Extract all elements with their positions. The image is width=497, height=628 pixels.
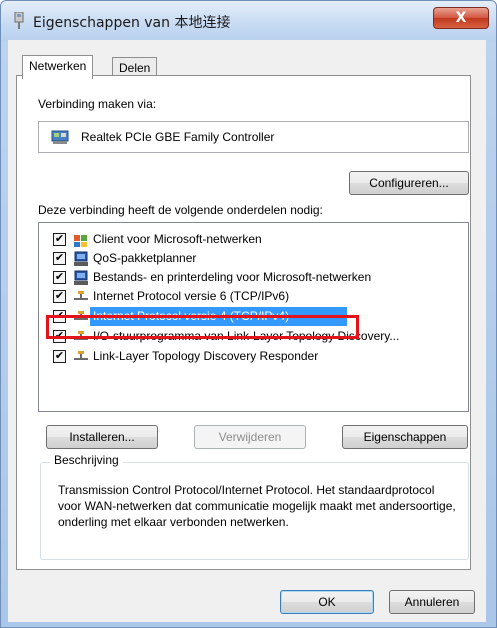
list-item[interactable]: ✔ Client voor Microsoft-netwerken — [39, 230, 468, 250]
description-title: Beschrijving — [50, 453, 123, 467]
checkbox[interactable]: ✔ — [53, 252, 66, 265]
list-item-label: Link-Layer Topology Discovery Responder — [93, 349, 319, 363]
components-label: Deze verbinding heeft de volgende onderd… — [38, 203, 323, 217]
adapter-field: Realtek PCIe GBE Family Controller — [38, 121, 469, 153]
list-item[interactable]: ✔ QoS-pakketplanner — [39, 249, 468, 269]
close-button[interactable]: X — [433, 7, 489, 29]
protocol-icon — [74, 291, 88, 300]
checkbox[interactable]: ✔ — [53, 233, 66, 246]
ok-button[interactable]: OK — [280, 590, 374, 614]
configure-button[interactable]: Configureren... — [349, 171, 469, 195]
list-item[interactable]: ✔ Link-Layer Topology Discovery Responde… — [39, 347, 468, 367]
description-text: Transmission Control Protocol/Internet P… — [58, 483, 456, 529]
list-item[interactable]: ✔ Bestands- en printerdeling voor Micros… — [39, 268, 468, 288]
list-item-label: Bestands- en printerdeling voor Microsof… — [93, 270, 372, 284]
file-printer-sharing-icon — [74, 270, 88, 285]
title-bar[interactable]: Eigenschappen van 本地连接 X — [1, 1, 496, 41]
list-item-label: Client voor Microsoft-netwerken — [93, 232, 262, 246]
network-card-icon — [51, 130, 69, 144]
install-button[interactable]: Installeren... — [46, 425, 158, 449]
checkbox[interactable]: ✔ — [53, 290, 66, 303]
window-title: Eigenschappen van 本地连接 — [33, 15, 231, 31]
highlight-annotation — [46, 315, 359, 339]
cancel-button[interactable]: Annuleren — [389, 590, 475, 614]
adapter-name: Realtek PCIe GBE Family Controller — [81, 130, 275, 144]
uninstall-button[interactable]: Verwijderen — [194, 425, 306, 449]
connect-via-label: Verbinding maken via: — [38, 97, 157, 111]
protocol-icon — [74, 351, 88, 360]
network-adapter-icon — [14, 12, 24, 29]
properties-button[interactable]: Eigenschappen — [342, 425, 468, 449]
list-item-label: Internet Protocol versie 6 (TCP/IPv6) — [93, 289, 290, 303]
tab-netwerken[interactable]: Netwerken — [22, 55, 94, 79]
qos-scheduler-icon — [74, 251, 88, 266]
checkbox[interactable]: ✔ — [53, 271, 66, 284]
checkbox[interactable]: ✔ — [53, 350, 66, 363]
list-item-label: QoS-pakketplanner — [93, 251, 197, 265]
list-item[interactable]: ✔ Internet Protocol versie 6 (TCP/IPv6) — [39, 287, 468, 307]
network-client-icon — [74, 235, 87, 247]
